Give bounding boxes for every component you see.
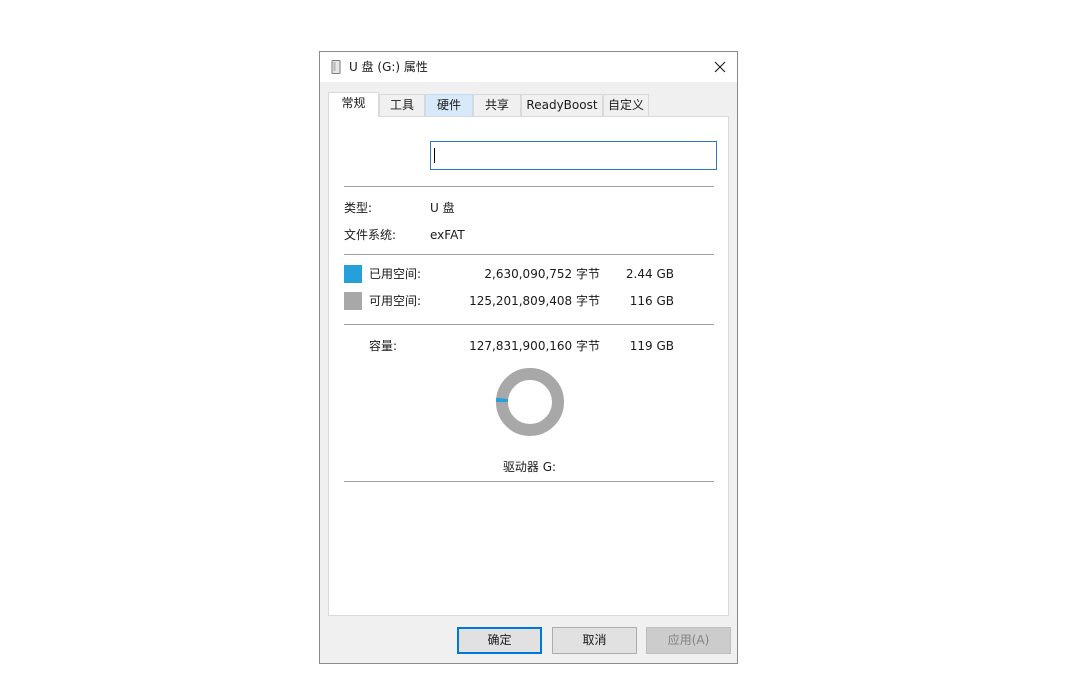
capacity-size: 119 GB [629,339,674,353]
title-bar[interactable]: U 盘 (G:) 属性 [320,52,737,82]
free-space-bytes: 125,201,809,408 字节 [469,294,600,308]
usb-drive-icon [331,60,341,74]
used-space-size: 2.44 GB [625,267,674,281]
window-title: U 盘 (G:) 属性 [349,60,428,74]
separator [344,324,714,325]
apply-button[interactable]: 应用(A) [646,627,731,654]
file-system-label: 文件系统: [344,228,397,242]
free-space-ring [496,368,564,436]
text-caret [434,148,435,163]
used-space-label: 已用空间: [369,267,422,281]
general-tab-panel: 类型: U 盘 文件系统: exFAT 已用空间: 2,630,090,752 … [328,116,729,616]
free-space-swatch [344,292,362,310]
ok-button[interactable]: 确定 [457,627,542,654]
capacity-label: 容量: [369,339,398,353]
tab-sharing[interactable]: 共享 [473,94,521,116]
file-system-value: exFAT [430,228,465,242]
tab-readyboost[interactable]: ReadyBoost [521,94,603,116]
tab-tools[interactable]: 工具 [379,94,425,116]
tab-hardware[interactable]: 硬件 [425,94,473,116]
separator [344,254,714,255]
tab-general[interactable]: 常规 [328,92,379,117]
tab-customize[interactable]: 自定义 [603,94,649,116]
type-value: U 盘 [430,201,455,215]
free-space-label: 可用空间: [369,294,422,308]
free-space-size: 116 GB [629,294,674,308]
used-space-swatch [344,265,362,283]
close-button[interactable] [703,52,737,82]
close-icon [714,61,726,73]
properties-dialog: U 盘 (G:) 属性 常规 工具 硬件 共享 ReadyBoost 自定义 类… [319,51,738,664]
drive-label: 驱动器 G: [502,460,557,474]
used-space-bytes: 2,630,090,752 字节 [484,267,600,281]
volume-name-input[interactable] [430,141,717,170]
disk-usage-donut [496,368,564,436]
type-label: 类型: [344,201,373,215]
cancel-button[interactable]: 取消 [552,627,637,654]
separator [344,186,714,187]
separator [344,481,714,482]
capacity-bytes: 127,831,900,160 字节 [469,339,600,353]
